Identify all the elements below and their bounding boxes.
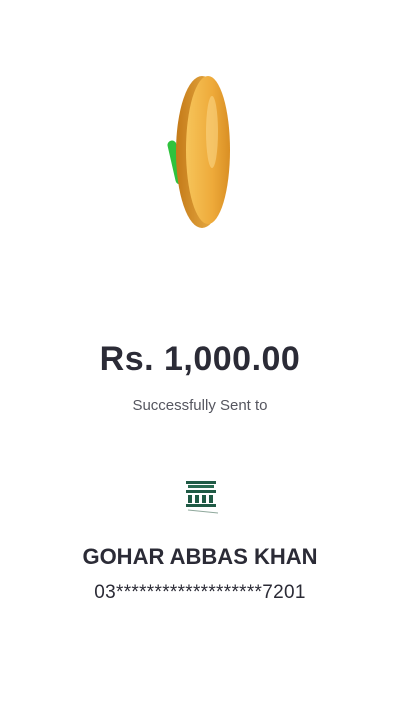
transfer-amount: Rs. 1,000.00	[99, 340, 301, 378]
recipient-name: GOHAR ABBAS KHAN	[82, 544, 318, 569]
success-subtitle: Successfully Sent to	[132, 397, 268, 414]
bank-building-icon	[182, 478, 220, 516]
recipient-account: 03*******************7201	[94, 582, 306, 603]
success-coin-icon	[150, 70, 250, 235]
